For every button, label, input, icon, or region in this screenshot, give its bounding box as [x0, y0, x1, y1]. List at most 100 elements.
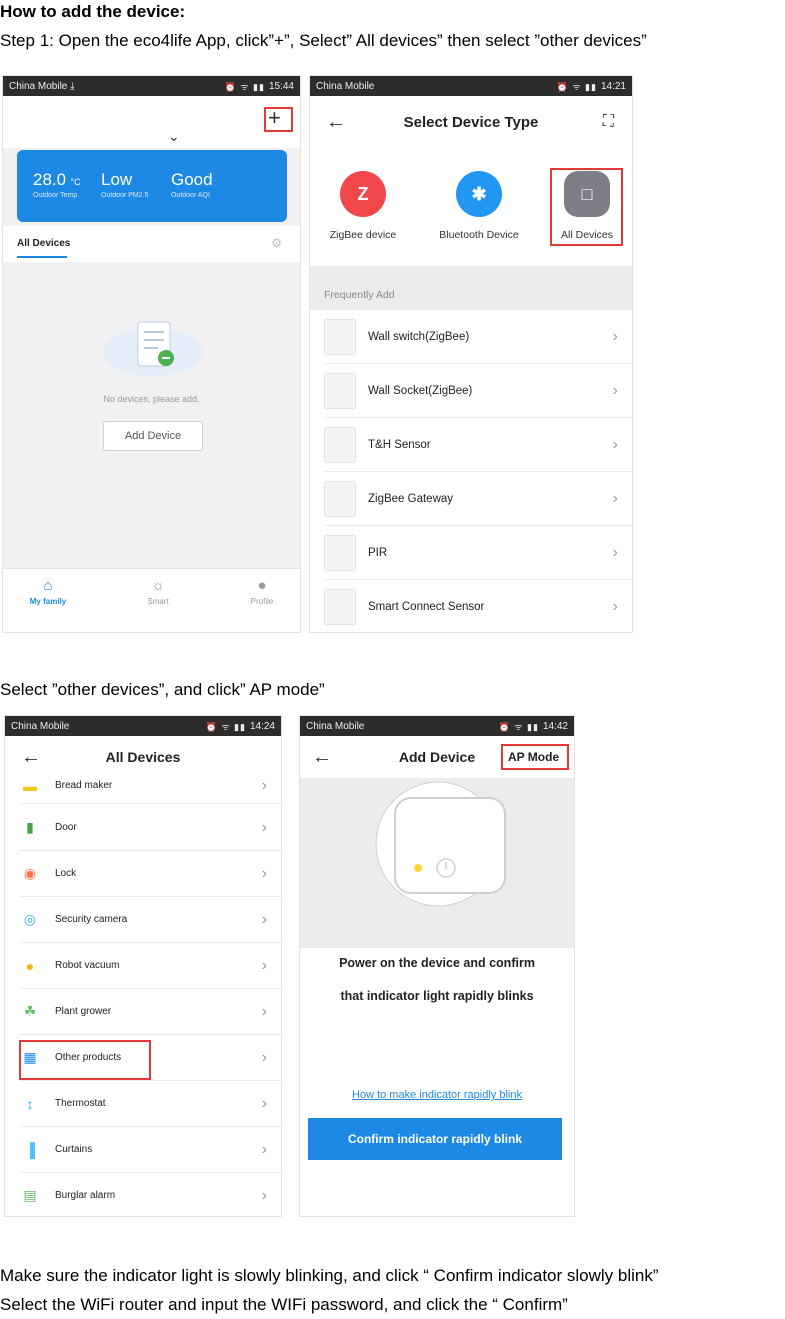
add-device-button[interactable]: Add Device: [103, 421, 203, 451]
weather-label: Outdoor Temp: [33, 192, 78, 199]
chevron-right-icon: ›: [261, 1094, 267, 1112]
status-bar: China Mobile ⏰ ᯤ ▮▮ 14:42: [300, 716, 574, 736]
confirm-blink-button[interactable]: Confirm indicator rapidly blink: [308, 1118, 562, 1160]
screenshot-home: China Mobile ⤓ ⏰ ᯤ ▮▮ 15:44 ⌄ + 28.0 °C O…: [2, 75, 301, 633]
highlight-box: [550, 168, 623, 246]
chevron-right-icon: ›: [261, 818, 267, 836]
step4-text: Select the WiFi router and input the WIF…: [0, 1295, 568, 1314]
list-item-label: Lock: [55, 868, 77, 879]
nav-profile[interactable]: ● Profile: [227, 577, 297, 606]
tab-all-devices[interactable]: All Devices: [17, 238, 70, 249]
list-item-label: Curtains: [55, 1144, 93, 1155]
step3-text: Make sure the indicator light is slowly …: [0, 1266, 659, 1285]
status-icons: ⏰ ᯤ ▮▮: [205, 721, 246, 732]
device-thumbnail: [324, 372, 356, 409]
type-zigbee[interactable]: Z ZigBee device: [313, 171, 413, 241]
home-icon: ⌂: [43, 577, 53, 594]
nav-smart[interactable]: ☼ Smart: [123, 577, 193, 606]
device-thumbnail: [324, 588, 356, 625]
lock-icon: ◉: [23, 865, 37, 881]
status-icons: ⏰ ᯤ ▮▮: [224, 81, 265, 92]
nav-my-family[interactable]: ⌂ My family: [13, 577, 83, 606]
chevron-right-icon: ›: [261, 864, 267, 882]
zigbee-icon: Z: [340, 171, 386, 217]
screenshot-select-device-type: China Mobile ⏰ ᯤ ▮▮ 14:21 ← Select Device…: [309, 75, 633, 633]
camera-icon: ◎: [23, 911, 37, 927]
weather-value: 28.0: [33, 170, 67, 189]
gear-icon[interactable]: ⚙: [271, 236, 282, 250]
list-item-label: Smart Connect Sensor: [368, 600, 485, 613]
list-item-label: Wall switch(ZigBee): [368, 330, 470, 343]
list-item[interactable]: ◉ Lock ›: [19, 851, 281, 897]
list-item[interactable]: ↕ Thermostat ›: [19, 1081, 281, 1127]
status-bar: China Mobile ⤓ ⏰ ᯤ ▮▮ 15:44: [3, 76, 300, 96]
type-bluetooth[interactable]: ✱ Bluetooth Device: [429, 171, 529, 241]
alarm-icon: ▤: [23, 1187, 37, 1203]
weather-label: Outdoor AQI: [171, 192, 210, 199]
step1-text: Step 1: Open the eco4life App, click”+”,…: [0, 31, 647, 50]
step2-text: Select ”other devices”, and click” AP mo…: [0, 680, 325, 699]
list-item-label: Door: [55, 822, 77, 833]
bread-maker-icon: ▬: [23, 777, 37, 794]
chevron-right-icon: ›: [612, 381, 618, 399]
nav-label: My family: [29, 597, 67, 606]
status-icons: ⏰ ᯤ ▮▮: [556, 81, 597, 92]
weather-label: Outdoor PM2.5: [101, 192, 149, 199]
chevron-right-icon: ›: [612, 435, 618, 453]
list-item[interactable]: ZigBee Gateway ›: [324, 472, 632, 526]
robot-vacuum-icon: ●: [25, 957, 35, 974]
status-bar: China Mobile ⏰ ᯤ ▮▮ 14:24: [5, 716, 281, 736]
list-item-label: Bread maker: [55, 780, 113, 791]
weather-unit: °C: [70, 177, 81, 187]
list-item[interactable]: T&H Sensor ›: [324, 418, 632, 472]
bluetooth-icon: ✱: [456, 171, 502, 217]
chevron-right-icon: ›: [261, 1140, 267, 1158]
instruction-line2: that indicator light rapidly blinks: [340, 989, 534, 1003]
thermostat-icon: ↕: [26, 1095, 34, 1112]
type-label: Bluetooth Device: [439, 229, 519, 241]
screenshot-add-device: China Mobile ⏰ ᯤ ▮▮ 14:42 ← Add Device AP…: [299, 715, 575, 1217]
scan-icon[interactable]: ⛶: [603, 113, 614, 131]
chevron-down-icon[interactable]: ⌄: [168, 128, 180, 145]
chevron-right-icon: ›: [261, 776, 267, 794]
list-item-label: T&H Sensor: [368, 438, 431, 451]
page-title: Select Device Type: [403, 113, 539, 131]
list-item[interactable]: ▬ Bread maker ›: [19, 768, 281, 804]
profile-icon: ●: [257, 577, 267, 594]
list-item[interactable]: Wall Socket(ZigBee) ›: [324, 364, 632, 418]
weather-value: Good: [171, 170, 213, 189]
instruction-line1: Power on the device and confirm: [339, 956, 535, 970]
list-item-label: PIR: [368, 546, 388, 559]
list-item[interactable]: ▐ Curtains ›: [19, 1127, 281, 1173]
list-item[interactable]: ● Robot vacuum ›: [19, 943, 281, 989]
status-bar: China Mobile ⏰ ᯤ ▮▮ 14:21: [310, 76, 632, 96]
status-icons: ⏰ ᯤ ▮▮: [498, 721, 539, 732]
nav-label: Profile: [250, 597, 274, 606]
list-item[interactable]: ▤ Burglar alarm ›: [19, 1173, 281, 1216]
clock: 14:24: [249, 720, 275, 732]
section-band: [310, 266, 632, 310]
empty-devices-illustration: [103, 321, 203, 376]
list-item-label: Wall Socket(ZigBee): [368, 384, 473, 397]
chevron-right-icon: ›: [612, 327, 618, 345]
list-item[interactable]: ▮ Door ›: [19, 805, 281, 851]
list-item[interactable]: PIR ›: [324, 526, 632, 580]
empty-state-text: No devices, please add.: [103, 394, 200, 404]
type-label: ZigBee device: [329, 229, 397, 241]
device-thumbnail: [324, 426, 356, 463]
list-item-label: ZigBee Gateway: [368, 492, 454, 505]
chevron-right-icon: ›: [261, 1186, 267, 1204]
weather-value: Low: [101, 170, 133, 189]
list-item[interactable]: ☘ Plant grower ›: [19, 989, 281, 1035]
carrier-label: China Mobile: [316, 80, 375, 92]
nav-label: Smart: [147, 597, 169, 606]
clock: 14:21: [600, 80, 626, 92]
list-item[interactable]: Smart Connect Sensor ›: [324, 580, 632, 632]
highlight-box: [19, 1040, 151, 1080]
howto-link[interactable]: How to make indicator rapidly blink: [300, 1089, 574, 1101]
list-item[interactable]: ◎ Security camera ›: [19, 897, 281, 943]
list-item-label: Robot vacuum: [55, 960, 120, 971]
list-item[interactable]: Wall switch(ZigBee) ›: [324, 310, 632, 364]
device-thumbnail: [324, 480, 356, 517]
device-thumbnail: [324, 534, 356, 571]
